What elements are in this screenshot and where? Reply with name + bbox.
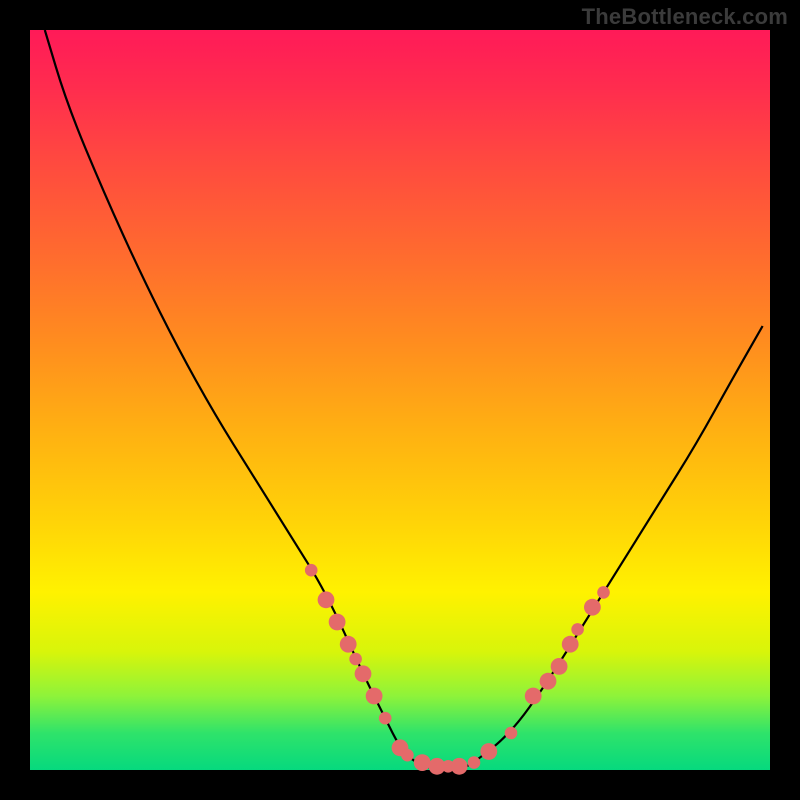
curve-marker	[584, 599, 601, 616]
curve-marker	[505, 727, 518, 740]
curve-marker	[379, 712, 392, 725]
curve-marker	[480, 743, 497, 760]
curve-marker	[355, 665, 372, 682]
curve-marker	[451, 758, 468, 775]
curve-marker	[329, 614, 346, 631]
plot-area	[30, 30, 770, 770]
chart-svg	[30, 30, 770, 770]
curve-marker	[366, 688, 383, 705]
curve-marker	[540, 673, 557, 690]
bottleneck-curve	[45, 30, 763, 770]
curve-marker	[305, 564, 318, 577]
curve-marker	[551, 658, 568, 675]
curve-marker	[340, 636, 357, 653]
curve-marker	[318, 591, 335, 608]
curve-marker	[468, 756, 481, 769]
chart-frame: TheBottleneck.com	[0, 0, 800, 800]
curve-marker	[571, 623, 584, 636]
brand-watermark: TheBottleneck.com	[582, 4, 788, 30]
curve-marker	[525, 688, 542, 705]
curve-marker	[414, 754, 431, 771]
curve-marker	[597, 586, 610, 599]
curve-marker	[401, 749, 414, 762]
curve-marker	[349, 653, 362, 666]
curve-markers	[305, 564, 610, 775]
curve-marker	[562, 636, 579, 653]
